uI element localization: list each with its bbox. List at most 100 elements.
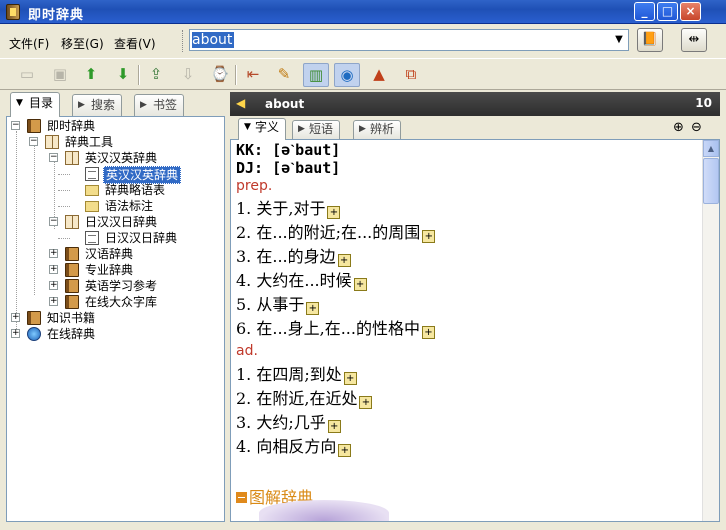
definition-item: 2. 在附近,在近处 + [236, 389, 373, 409]
tree-item-grammar[interactable]: 语法标注 [69, 198, 219, 214]
speaker-icon[interactable]: ◀ [236, 96, 245, 110]
menu-view[interactable]: 查看(V) [114, 35, 156, 52]
lookup-button[interactable]: 📙 [637, 28, 663, 52]
tree-item-online[interactable]: + 在线辞典 [11, 326, 211, 342]
tab-contents[interactable]: ▼ 目录 [10, 92, 61, 117]
definition-item: 1. 在四周;到处 + [236, 365, 357, 385]
illustration-image [259, 500, 389, 521]
collapse-toggle[interactable]: − [49, 153, 58, 162]
entry-tab-strip: ▼ 字义 ▶ 短语 ▶ 辨析 ⊕ ⊖ [230, 117, 720, 140]
collapse-toggle[interactable]: − [11, 121, 20, 130]
definition-item: 3. 在...的身边 + [236, 247, 351, 267]
expand-plus-icon[interactable]: + [337, 254, 351, 267]
window-title: 即时辞典 [28, 8, 85, 23]
left-pane: ▼ 目录 ▶ 搜索 ▶ 书签 − 即时辞典 − 辞典工具 − 英汉汉英辞典 英汉… [6, 92, 225, 522]
tab-arrow-icon: ▶ [359, 124, 366, 134]
tree-item-tools[interactable]: − 辞典工具 [29, 134, 209, 150]
menu-file[interactable]: 文件(F) [9, 35, 49, 52]
menu-move[interactable]: 移至(G) [61, 35, 104, 52]
expand-plus-icon[interactable]: + [422, 230, 436, 243]
scroll-thumb[interactable] [703, 158, 719, 204]
import-icon[interactable]: ⇩ [175, 63, 201, 87]
definition-content: KK: [əˋbaut] DJ: [əˋbaut] prep. 1. 关于,对于… [230, 139, 720, 522]
folder-icon [85, 185, 99, 196]
tree-item-jp-group[interactable]: − 日汉汉日辞典 [49, 214, 219, 230]
note-icon[interactable]: ✎ [271, 63, 297, 87]
tab-analysis[interactable]: ▶ 辨析 [353, 120, 402, 139]
tree-item-abbrev[interactable]: 辞典略语表 [69, 182, 219, 198]
book-icon [65, 295, 79, 309]
tab-meaning[interactable]: ▼ 字义 [238, 118, 287, 140]
expand-toggle[interactable]: + [11, 329, 20, 338]
tree-item-cn-dict[interactable]: + 汉语辞典 [49, 246, 219, 262]
pdf-icon[interactable]: ▲ [366, 63, 392, 87]
expand-plus-icon[interactable]: + [421, 326, 435, 339]
part-of-speech: prep. [236, 178, 273, 194]
search-box[interactable]: ▼ [189, 29, 629, 51]
tree-item-root[interactable]: − 即时辞典 [11, 118, 211, 134]
expand-plus-icon[interactable]: + [306, 302, 320, 315]
up-arrow-icon[interactable]: ⬆ [78, 63, 104, 87]
collapse-button[interactable]: ⇹ [681, 28, 707, 52]
tree-item-jp-dict[interactable]: 日汉汉日辞典 [69, 230, 219, 246]
book-icon [27, 311, 41, 325]
right-pane: ◀ about 10 ▼ 字义 ▶ 短语 ▶ 辨析 ⊕ ⊖ KK: [əˋbau… [230, 92, 720, 522]
tree-item-online-lib[interactable]: + 在线大众字库 [49, 294, 219, 310]
tab-phrases[interactable]: ▶ 短语 [292, 120, 341, 139]
headword: about [265, 97, 305, 111]
book-lookup-icon: 📙 [641, 32, 659, 47]
cut-icon[interactable]: ▣ [47, 63, 73, 87]
globe-icon[interactable]: ◉ [334, 63, 360, 87]
save-icon[interactable]: ▭ [14, 63, 40, 87]
definition-item: 4. 大约在...时候 + [236, 271, 367, 291]
tree-item-study[interactable]: + 英语学习参考 [49, 278, 219, 294]
expand-plus-icon[interactable]: + [359, 396, 373, 409]
minimize-button[interactable]: _ [634, 2, 655, 21]
status-bar [0, 522, 726, 530]
maximize-button[interactable]: □ [657, 2, 678, 21]
tree-item-ce-group[interactable]: − 英汉汉英辞典 [49, 150, 219, 166]
part-of-speech: ad. [236, 343, 258, 359]
tree-item-ce-dict[interactable]: 英汉汉英辞典 [69, 166, 219, 184]
expand-toggle[interactable]: + [49, 265, 58, 274]
open-book-icon [65, 215, 79, 229]
zoom-out-icon[interactable]: ⊖ [688, 120, 705, 137]
expand-toggle[interactable]: + [49, 249, 58, 258]
expand-plus-icon[interactable]: + [343, 372, 357, 385]
tab-bookmarks[interactable]: ▶ 书签 [134, 94, 185, 116]
expand-toggle[interactable]: + [11, 313, 20, 322]
tab-search[interactable]: ▶ 搜索 [72, 94, 123, 116]
export-icon[interactable]: ⇪ [143, 63, 169, 87]
folder-icon [85, 201, 99, 212]
expand-toggle[interactable]: + [49, 297, 58, 306]
dictionary-manage-icon[interactable]: ⧉ [398, 63, 424, 87]
expand-plus-icon[interactable]: + [353, 278, 367, 291]
vertical-scrollbar[interactable]: ▲ [702, 140, 719, 521]
expand-plus-icon[interactable]: + [327, 420, 341, 433]
result-count: 10 [695, 96, 712, 110]
toolbar-grip[interactable] [182, 30, 185, 52]
down-arrow-icon[interactable]: ⬇ [110, 63, 136, 87]
history-icon[interactable]: ⌚ [207, 63, 233, 87]
collapse-toggle[interactable]: − [29, 137, 38, 146]
find-icon[interactable]: ⇤ [240, 63, 266, 87]
dropdown-arrow-icon[interactable]: ▼ [612, 33, 626, 47]
expand-plus-icon[interactable]: + [327, 206, 341, 219]
tree-item-knowledge[interactable]: + 知识书籍 [11, 310, 211, 326]
book-view-icon[interactable]: ▥ [303, 63, 329, 87]
definition-item: 2. 在...的附近;在...的周围 + [236, 223, 436, 243]
zoom-in-icon[interactable]: ⊕ [670, 120, 687, 137]
globe-icon [27, 327, 41, 341]
close-button[interactable]: × [680, 2, 701, 21]
expand-toggle[interactable]: + [49, 281, 58, 290]
expand-plus-icon[interactable]: + [338, 444, 352, 457]
scroll-up-icon[interactable]: ▲ [703, 140, 719, 157]
collapse-toggle[interactable]: − [49, 217, 58, 226]
tree-item-pro-dict[interactable]: + 专业辞典 [49, 262, 219, 278]
tab-arrow-icon: ▼ [244, 122, 251, 132]
search-input[interactable] [191, 31, 607, 49]
book-icon [65, 247, 79, 261]
collapse-icon: ⇹ [688, 32, 700, 47]
collapse-icon[interactable] [236, 492, 247, 503]
pronunciation-dj: DJ: [əˋbaut] [236, 159, 341, 177]
